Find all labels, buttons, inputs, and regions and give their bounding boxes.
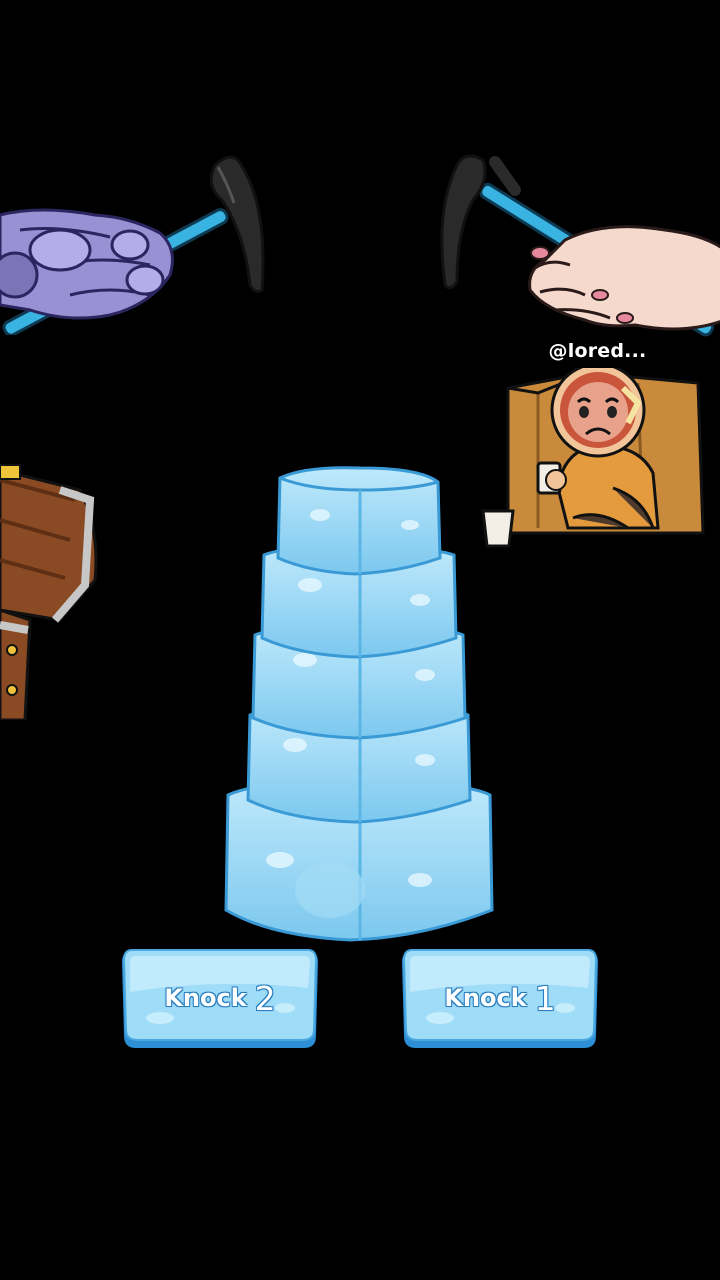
sad-person-in-box-icon [481,368,705,548]
knock-2-label: Knock 2 [120,948,320,1048]
knock-word: Knock [164,984,247,1012]
knock-word: Knock [444,984,527,1012]
knock-1-button[interactable]: Knock 1 [400,948,600,1052]
ice-block-tower-icon [224,466,494,942]
human-hand-hammer-icon [440,154,720,337]
robot-hand-hammer-icon [0,155,265,335]
knock-1-label: Knock 1 [400,948,600,1048]
knock-count: 2 [254,978,276,1018]
knock-2-button[interactable]: Knock 2 [120,948,320,1052]
treasure-chest-icon [0,464,98,720]
username-label: @lored... [548,340,647,362]
knock-count: 1 [534,978,556,1018]
ice-block-1 [276,466,442,576]
